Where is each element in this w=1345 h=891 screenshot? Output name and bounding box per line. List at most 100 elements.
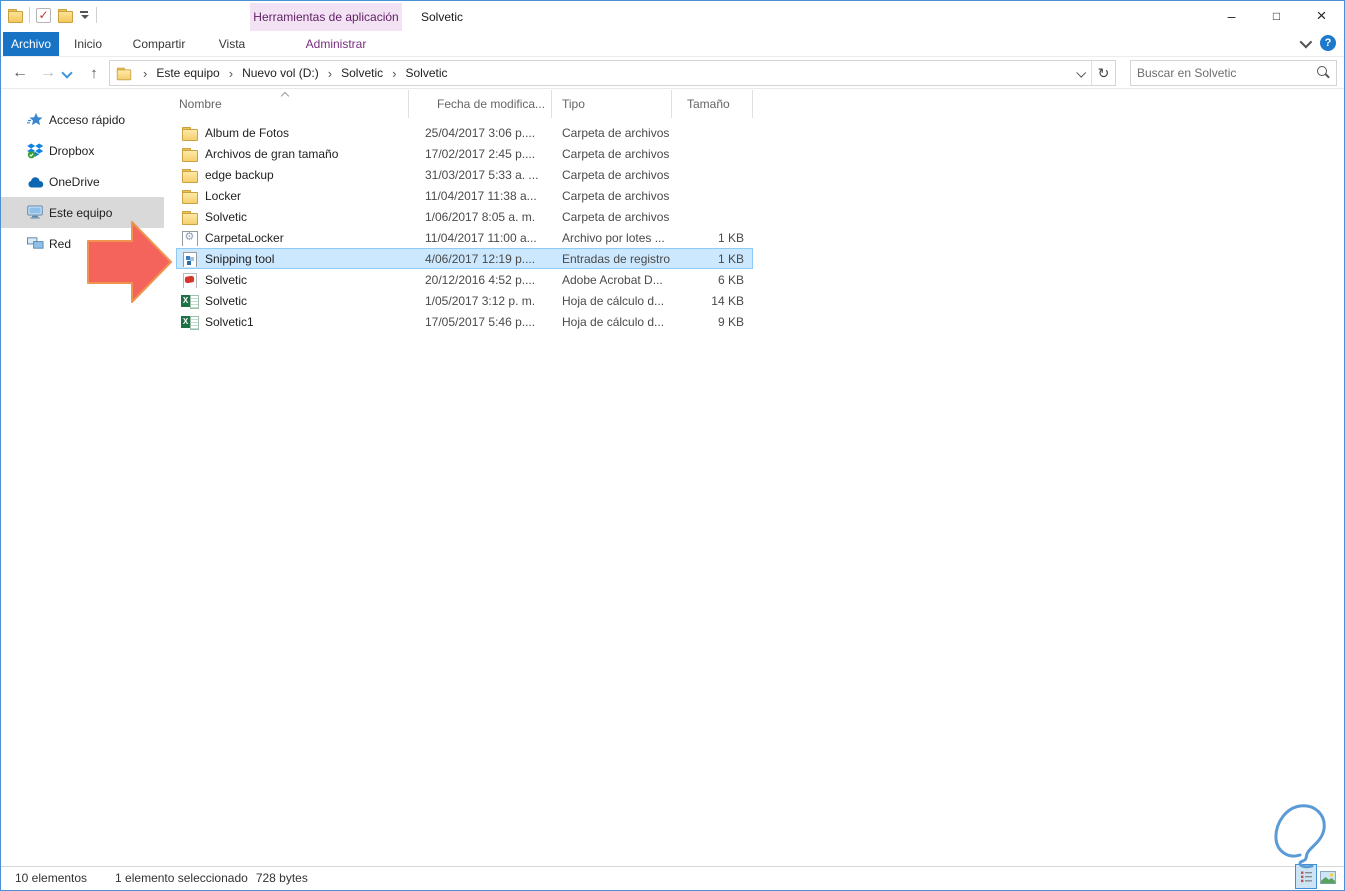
properties-check-icon[interactable]: ✓	[36, 7, 51, 23]
tab-inicio[interactable]: Inicio	[59, 32, 117, 56]
folder-icon	[181, 167, 199, 183]
tab-archivo[interactable]: Archivo	[3, 32, 59, 56]
file-type: Carpeta de archivos	[562, 209, 670, 224]
thumbnails-view-button[interactable]	[1320, 871, 1336, 884]
search-icon[interactable]	[1313, 63, 1333, 83]
dropbox-icon	[27, 143, 44, 159]
file-name: edge backup	[205, 167, 274, 182]
folder-icon	[181, 209, 199, 225]
file-row-solvetic1-xls[interactable]: Solvetic1 17/05/2017 5:46 p.... Hoja de …	[176, 311, 753, 332]
breadcrumb-separator-icon[interactable]: ›	[227, 66, 235, 81]
close-button[interactable]: ×	[1299, 1, 1344, 31]
file-rows: Album de Fotos 25/04/2017 3:06 p.... Car…	[164, 122, 1344, 332]
sidebar-item-label: Este equipo	[49, 205, 113, 220]
file-type: Hoja de cálculo d...	[562, 314, 665, 329]
sidebar-item-dropbox[interactable]: Dropbox	[1, 135, 164, 166]
back-button[interactable]: ←	[7, 60, 33, 86]
excel-file-icon	[181, 293, 199, 309]
file-type: Entradas de registro	[562, 251, 671, 266]
search-input[interactable]	[1131, 66, 1313, 80]
file-type: Carpeta de archivos	[562, 167, 670, 182]
breadcrumb: › Este equipo › Nuevo vol (D:) › Solveti…	[110, 63, 1069, 83]
folder-icon	[181, 146, 199, 162]
tab-vista[interactable]: Vista	[201, 32, 263, 56]
window-controls: – □ ×	[1209, 1, 1344, 31]
file-type: Hoja de cálculo d...	[562, 293, 665, 308]
search-box	[1130, 60, 1337, 86]
contextual-tab-header: Herramientas de aplicación	[250, 3, 402, 31]
breadcrumb-solvetic-2[interactable]: Solvetic	[400, 63, 452, 83]
file-name: Archivos de gran tamaño	[205, 146, 339, 161]
up-button[interactable]: ↑	[81, 60, 107, 86]
file-modified: 20/12/2016 4:52 p....	[425, 272, 536, 287]
file-list-pane: Nombre Fecha de modifica... Tipo Tamaño …	[164, 90, 1344, 865]
network-icon	[27, 236, 44, 252]
file-modified: 1/05/2017 3:12 p. m.	[425, 293, 536, 308]
sidebar-item-onedrive[interactable]: OneDrive	[1, 166, 164, 197]
history-dropdown-icon[interactable]	[61, 68, 75, 78]
file-type: Carpeta de archivos	[562, 188, 670, 203]
navigation-pane: Acceso rápido Dropbox OneDrive Este equi…	[1, 90, 164, 865]
sidebar-item-acceso-rapido[interactable]: Acceso rápido	[1, 104, 164, 135]
tab-administrar[interactable]: Administrar	[263, 32, 409, 56]
onedrive-cloud-icon	[27, 174, 44, 190]
this-pc-monitor-icon	[27, 205, 44, 221]
breadcrumb-solvetic[interactable]: Solvetic	[336, 63, 388, 83]
help-icon[interactable]: ?	[1320, 35, 1336, 51]
details-view-button[interactable]	[1295, 864, 1317, 889]
sidebar-item-label: Red	[49, 236, 72, 251]
breadcrumb-separator-icon[interactable]: ›	[141, 66, 149, 81]
file-name: Solvetic	[205, 209, 248, 224]
breadcrumb-separator-icon[interactable]: ›	[326, 66, 334, 81]
file-row-edge-backup[interactable]: edge backup 31/03/2017 5:33 a. ... Carpe…	[176, 164, 753, 185]
status-bar: 10 elementos 1 elemento seleccionado 728…	[1, 864, 1344, 890]
file-row-archivos-gran-tamano[interactable]: Archivos de gran tamaño 17/02/2017 2:45 …	[176, 143, 753, 164]
window-title: Solvetic	[421, 10, 464, 24]
address-bar[interactable]: › Este equipo › Nuevo vol (D:) › Solveti…	[109, 60, 1116, 86]
tab-compartir[interactable]: Compartir	[117, 32, 201, 56]
new-folder-icon[interactable]	[57, 8, 73, 23]
file-row-solvetic-folder[interactable]: Solvetic 1/06/2017 8:05 a. m. Carpeta de…	[176, 206, 753, 227]
sidebar-item-label: Acceso rápido	[49, 112, 126, 127]
breadcrumb-este-equipo[interactable]: Este equipo	[151, 63, 224, 83]
file-row-carpetalocker[interactable]: CarpetaLocker 11/04/2017 11:00 a... Arch…	[176, 227, 753, 248]
file-size: 1 KB	[717, 230, 744, 245]
file-name: Album de Fotos	[205, 125, 290, 140]
address-folder-icon[interactable]	[116, 66, 132, 81]
breadcrumb-drive-d[interactable]: Nuevo vol (D:)	[237, 63, 324, 83]
address-dropdown-icon[interactable]	[1069, 61, 1091, 85]
file-type: Archivo por lotes ...	[562, 230, 665, 245]
annotation-arrow	[87, 219, 173, 310]
file-type: Carpeta de archivos	[562, 146, 670, 161]
minimize-button[interactable]: –	[1209, 1, 1254, 31]
collapse-ribbon-chevron-icon[interactable]	[1299, 35, 1313, 48]
folder-icon[interactable]	[7, 8, 23, 23]
file-modified: 25/04/2017 3:06 p....	[425, 125, 536, 140]
file-name: Locker	[205, 188, 242, 203]
explorer-window: ✓ Herramientas de aplicación Solvetic – …	[0, 0, 1345, 891]
file-row-locker[interactable]: Locker 11/04/2017 11:38 a... Carpeta de …	[176, 185, 753, 206]
breadcrumb-separator-icon[interactable]: ›	[390, 66, 398, 81]
navigation-toolbar: ← → ↑ › Este equipo › Nuevo vol (D:) › S…	[1, 57, 1344, 89]
refresh-icon[interactable]: ↻	[1091, 61, 1115, 85]
column-header-tipo[interactable]: Tipo	[551, 90, 671, 118]
folder-icon	[181, 188, 199, 204]
file-row-solvetic-xls[interactable]: Solvetic 1/05/2017 3:12 p. m. Hoja de cá…	[176, 290, 753, 311]
file-type: Carpeta de archivos	[562, 125, 670, 140]
file-modified: 11/04/2017 11:38 a...	[425, 188, 537, 203]
file-name: Solvetic	[205, 293, 248, 308]
selection-count: 1 elemento seleccionado	[115, 871, 248, 885]
file-modified: 17/05/2017 5:46 p....	[425, 314, 536, 329]
forward-button[interactable]: →	[35, 60, 61, 86]
customize-toolbar-icon[interactable]	[79, 9, 90, 21]
file-row-snipping-tool[interactable]: Snipping tool 4/06/2017 12:19 p.... Entr…	[176, 248, 753, 269]
column-header-tamano[interactable]: Tamaño	[671, 90, 753, 118]
column-header-fecha[interactable]: Fecha de modifica...	[408, 90, 551, 118]
file-name: CarpetaLocker	[205, 230, 284, 245]
file-row-solvetic-pdf[interactable]: Solvetic 20/12/2016 4:52 p.... Adobe Acr…	[176, 269, 753, 290]
maximize-button[interactable]: □	[1254, 1, 1299, 31]
file-size: 1 KB	[717, 251, 744, 266]
file-row-album-de-fotos[interactable]: Album de Fotos 25/04/2017 3:06 p.... Car…	[176, 122, 753, 143]
column-headers: Nombre Fecha de modifica... Tipo Tamaño	[164, 90, 1344, 118]
file-modified: 1/06/2017 8:05 a. m.	[425, 209, 536, 224]
